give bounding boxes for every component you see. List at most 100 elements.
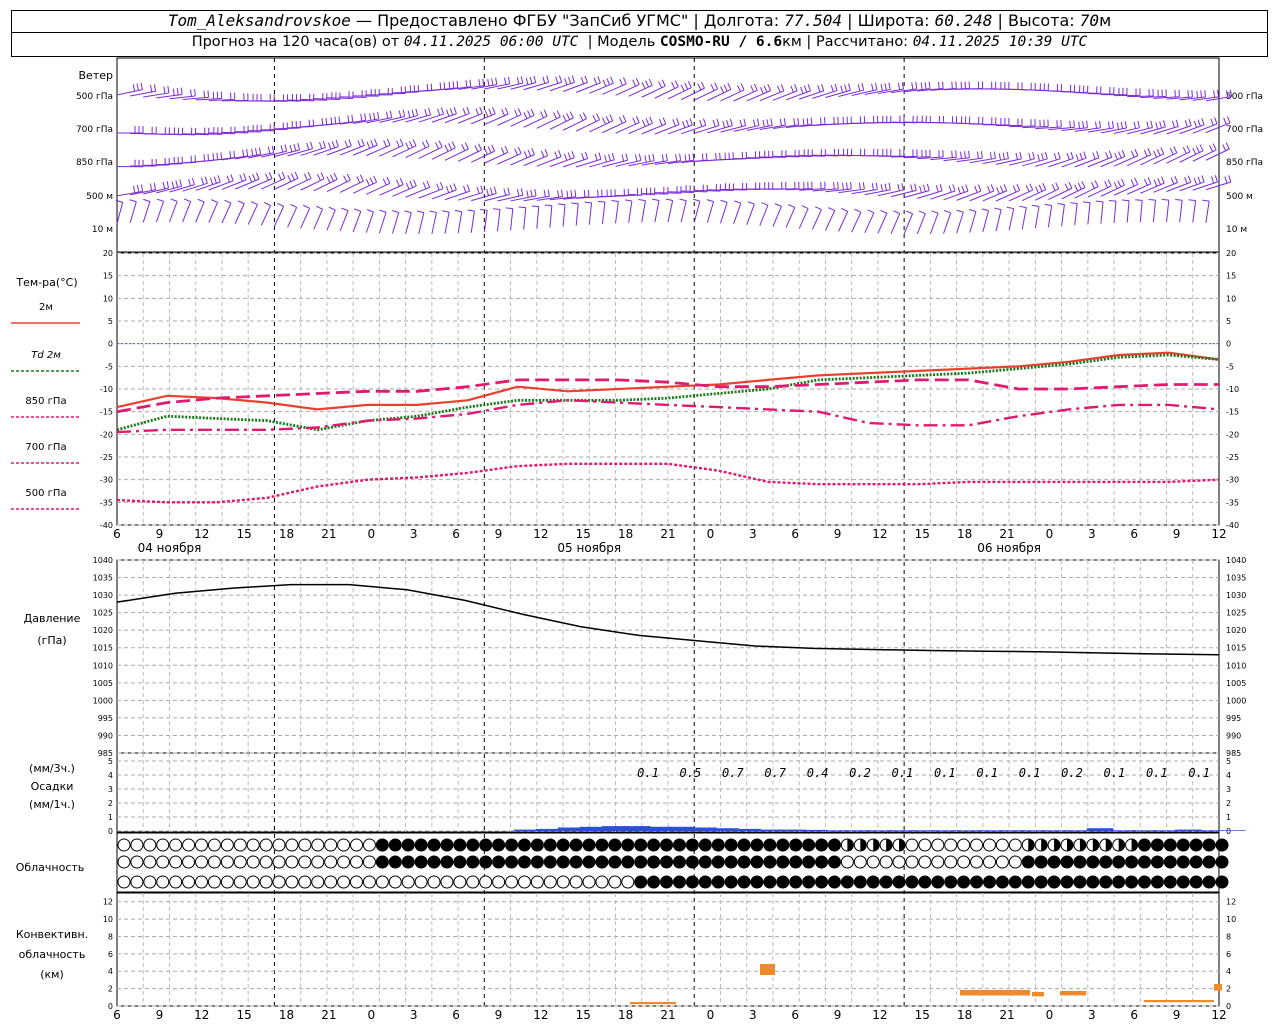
cloud-symbol — [569, 875, 583, 889]
wind-barb-feather — [756, 118, 760, 126]
wind-barb-feather — [1082, 121, 1084, 129]
cloud-symbol — [711, 855, 725, 869]
wind-barb — [811, 209, 822, 230]
wind-barb-feather — [425, 139, 430, 147]
wind-barb-feather — [143, 198, 151, 202]
wind-barb-feather — [712, 119, 716, 127]
wind-barb-feather — [346, 173, 351, 181]
wind-barb-feather — [761, 202, 769, 206]
wind-barb — [1074, 203, 1078, 226]
wind-barb-feather — [465, 80, 468, 88]
wind-barb-feather — [1187, 90, 1189, 98]
wind-barb-feather — [1121, 178, 1125, 186]
cloud-symbol — [1060, 855, 1074, 869]
wind-barb-feather — [1006, 151, 1009, 159]
wind-barb-feather — [574, 189, 577, 197]
wind-barb — [929, 213, 939, 235]
wind-barb-feather — [310, 141, 313, 149]
wind-barb-feather — [172, 88, 175, 96]
conv-tick-left: 6 — [108, 950, 113, 959]
wind-barb — [877, 213, 888, 234]
wind-barb-feather — [197, 198, 205, 203]
wind-barb — [352, 144, 378, 156]
temp-x-tick: 21 — [321, 527, 336, 541]
cloud-symbol — [233, 855, 247, 869]
cloud-symbol-half — [860, 839, 867, 851]
wind-barb-feather — [385, 111, 389, 119]
wind-barb-feather — [608, 154, 611, 162]
precip-tick-right: 2 — [1226, 799, 1231, 808]
wind-barb-feather — [739, 119, 743, 127]
wind-barb-feather — [448, 143, 453, 150]
cloud-symbol — [1150, 875, 1164, 889]
wind-barb — [392, 212, 400, 234]
cloud-symbol — [453, 855, 467, 869]
wind-barb — [1166, 125, 1192, 135]
wind-barb-feather — [1035, 186, 1039, 194]
wind-barb-feather — [965, 184, 969, 192]
cloud-symbol — [207, 855, 221, 869]
wind-barb — [785, 207, 796, 228]
wind-barb-feather — [1210, 118, 1214, 126]
wind-barb-feather — [905, 210, 913, 215]
wind-barb-feather — [463, 185, 467, 193]
cloud-symbol — [298, 855, 312, 869]
temp-x-tick: 15 — [237, 527, 252, 541]
cloud-symbol — [776, 855, 790, 869]
cloud-symbol — [840, 855, 854, 869]
wind-barb-feather — [399, 178, 404, 185]
wind-barb-feather — [701, 153, 704, 161]
wind-barb-feather — [671, 82, 676, 89]
temp-x-tick: 12 — [533, 527, 548, 541]
precip-3h-label: 0.1 — [892, 766, 914, 780]
wind-barb-feather — [440, 107, 444, 115]
wind-barb-feather — [482, 78, 485, 86]
cloud-symbol — [1150, 838, 1164, 852]
wind-barb-feather — [1134, 149, 1139, 156]
wind-barb-feather — [382, 178, 387, 186]
wind-barb-feather — [1077, 182, 1082, 190]
cloud-symbol — [582, 875, 596, 889]
cloud-symbol — [931, 875, 945, 889]
wind-barb-feather — [926, 183, 930, 191]
wind-barb-feather — [416, 210, 425, 214]
cloud-symbol — [789, 838, 803, 852]
wind-barb — [234, 178, 260, 190]
wind-barb-feather — [645, 118, 650, 126]
wind-barb-feather — [1171, 120, 1175, 128]
conv-x-tick: 0 — [707, 1008, 715, 1022]
wind-barb-feather — [1187, 175, 1192, 183]
wind-level-label-right: 700 гПа — [1226, 125, 1263, 135]
wind-barb — [470, 210, 475, 233]
cloud-symbol-half — [873, 839, 880, 851]
precip-3h-label: 0.1 — [637, 766, 659, 780]
press-tick-left: 1010 — [93, 661, 113, 670]
conv-x-tick: 3 — [410, 1008, 418, 1022]
wind-barb-feather — [556, 110, 561, 118]
wind-barb — [1127, 95, 1154, 98]
wind-barb-feather — [1095, 200, 1104, 203]
wind-barb-feather — [788, 204, 796, 208]
wind-barb-feather — [544, 149, 549, 156]
wind-barb-feather — [693, 198, 701, 202]
precip-3h-label: 0.7 — [722, 766, 744, 780]
wind-barb-feather — [540, 150, 545, 158]
cloud-symbol — [750, 855, 764, 869]
wind-barb — [943, 190, 969, 201]
wind-barb-feather — [1211, 176, 1215, 184]
wind-barb-feather — [531, 147, 535, 155]
cloud-symbol — [220, 855, 234, 869]
wind-level-label-right: 500 м — [1226, 192, 1253, 202]
wind-barb-feather — [328, 206, 336, 211]
wind-barb-feather — [1201, 118, 1205, 126]
wind-barb-feather — [303, 173, 308, 181]
wind-barb-feather — [217, 175, 221, 183]
wind-barb-feather — [230, 174, 234, 182]
wind-barb-feather — [684, 154, 687, 162]
cloud-symbol — [505, 875, 519, 889]
wind-barb — [1179, 200, 1183, 223]
conv-bar — [760, 964, 775, 975]
wind-barb-feather — [802, 118, 805, 126]
wind-barb-feather — [520, 188, 524, 196]
wind-barb-feather — [149, 85, 153, 93]
